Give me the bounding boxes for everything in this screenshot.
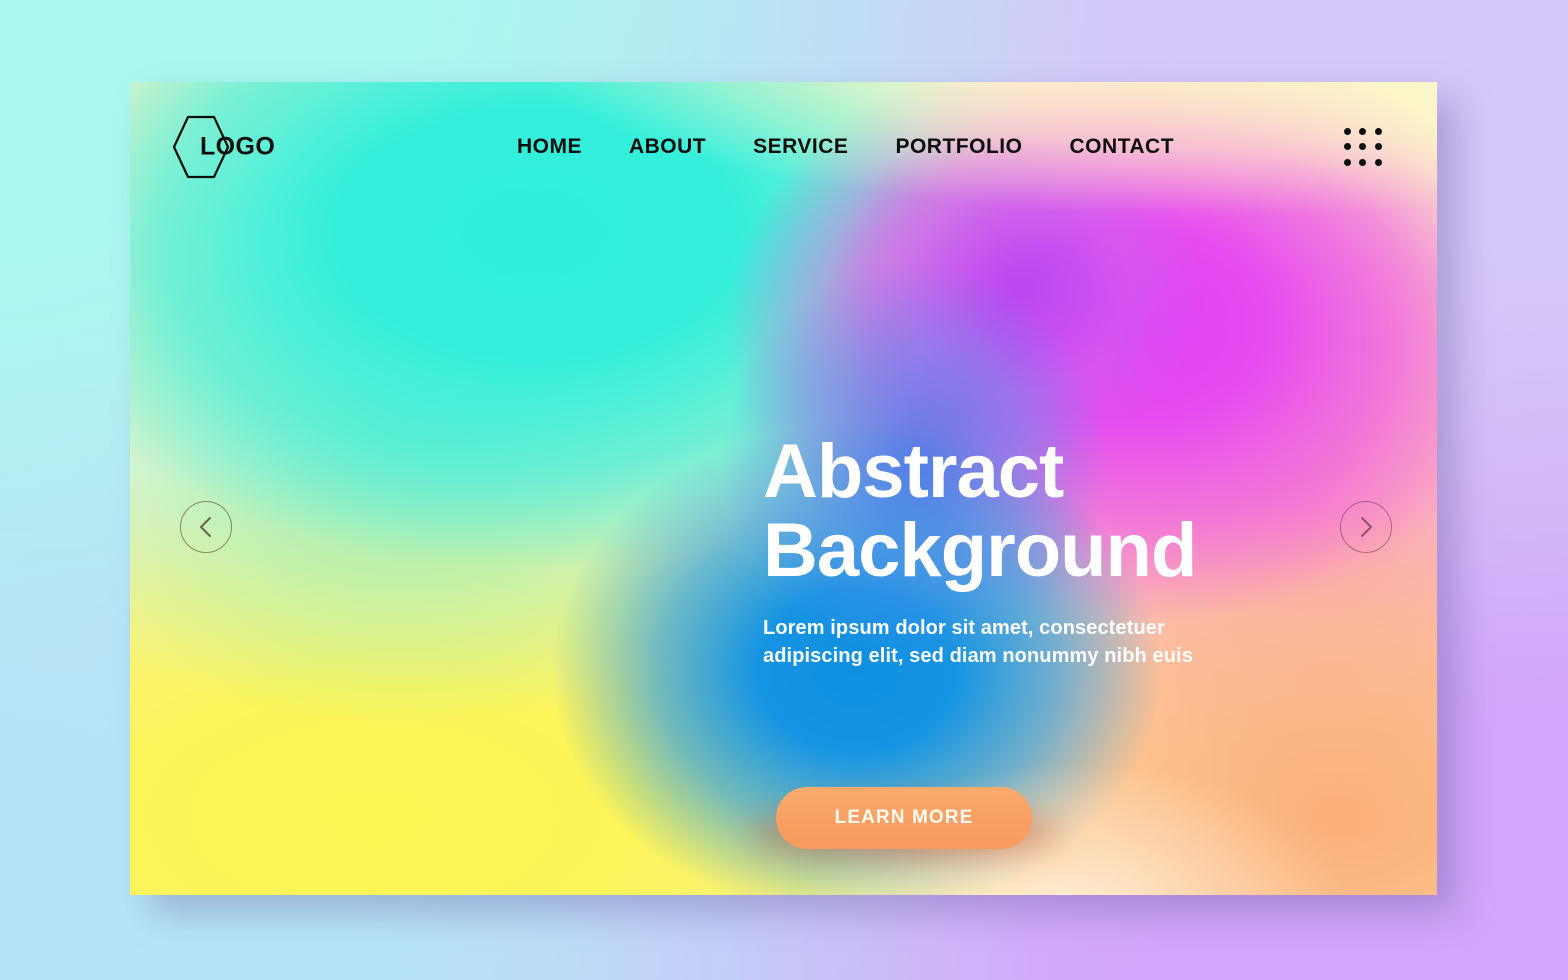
hero-title: Abstract Background bbox=[763, 429, 1197, 594]
slider-next-button[interactable] bbox=[1340, 501, 1392, 553]
grid-dot bbox=[1343, 143, 1351, 151]
grid-dot bbox=[1375, 159, 1383, 167]
hero-subtitle: Lorem ipsum dolor sit amet, consectetuer… bbox=[763, 617, 1193, 668]
learn-more-button[interactable]: LEARN MORE bbox=[776, 787, 1032, 849]
main-nav: HOME ABOUT SERVICE PORTFOLIO CONTACT bbox=[348, 135, 1343, 159]
nav-item-service[interactable]: SERVICE bbox=[753, 135, 848, 159]
grid-dot bbox=[1359, 143, 1367, 151]
grid-dot bbox=[1375, 127, 1383, 135]
logo-text: LOGO bbox=[200, 132, 276, 161]
chevron-right-icon bbox=[1361, 517, 1372, 537]
hero-card: LOGO HOME ABOUT SERVICE PORTFOLIO CONTAC… bbox=[130, 82, 1437, 895]
grid-dot bbox=[1359, 159, 1367, 167]
nav-item-about[interactable]: ABOUT bbox=[629, 135, 706, 159]
grid-dot bbox=[1343, 127, 1351, 135]
grid-dots-icon[interactable] bbox=[1343, 127, 1383, 167]
nav-item-portfolio[interactable]: PORTFOLIO bbox=[895, 135, 1022, 159]
nav-item-contact[interactable]: CONTACT bbox=[1069, 135, 1174, 159]
chevron-left-icon bbox=[200, 517, 211, 537]
page-root: LOGO HOME ABOUT SERVICE PORTFOLIO CONTAC… bbox=[0, 0, 1568, 980]
grid-dot bbox=[1359, 127, 1367, 135]
cta-container: LEARN MORE bbox=[750, 787, 1060, 867]
grid-dot bbox=[1343, 159, 1351, 167]
logo[interactable]: LOGO bbox=[172, 112, 372, 182]
site-header: LOGO HOME ABOUT SERVICE PORTFOLIO CONTAC… bbox=[130, 82, 1437, 212]
slider-prev-button[interactable] bbox=[180, 501, 232, 553]
hero-copy: Abstract Background Lorem ipsum dolor si… bbox=[763, 432, 1383, 671]
nav-item-home[interactable]: HOME bbox=[517, 135, 582, 159]
grid-dot bbox=[1375, 143, 1383, 151]
